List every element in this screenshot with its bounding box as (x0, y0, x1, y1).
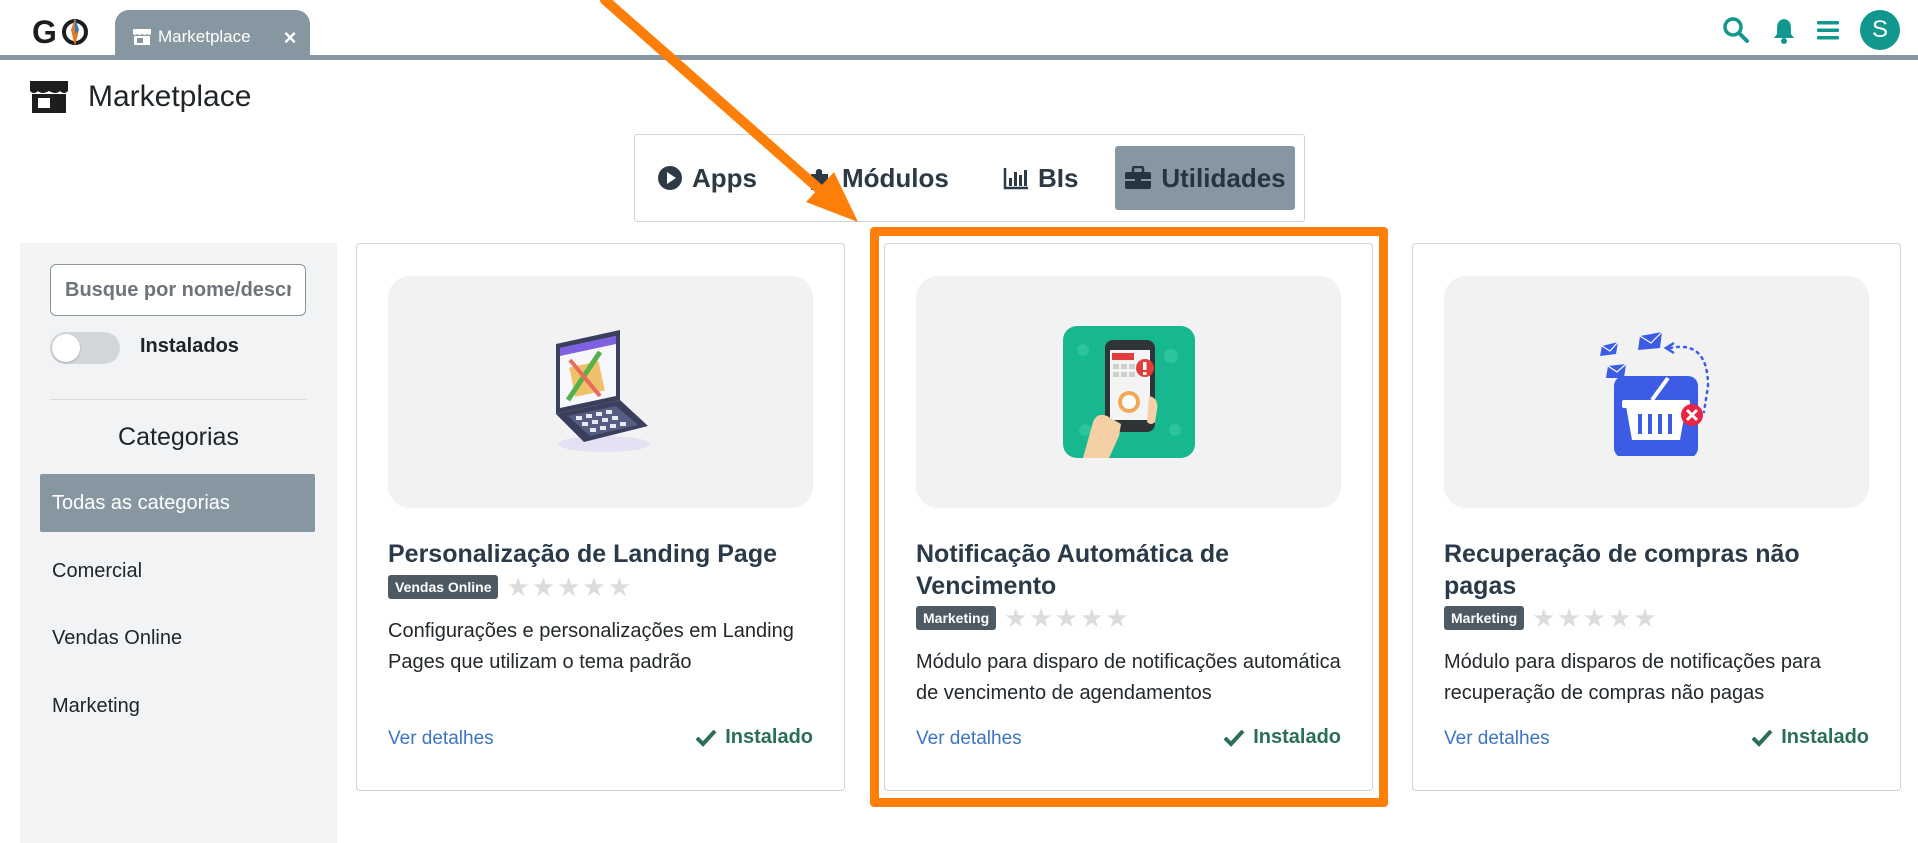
module-card[interactable]: Recuperação de compras não pagas Marketi… (1412, 243, 1901, 791)
card-description: Configurações e personalizações em Landi… (388, 620, 794, 673)
puzzle-icon (811, 169, 832, 190)
categories-title: Categorias (118, 423, 239, 451)
installed-toggle-label: Instalados (140, 335, 239, 357)
laptop-design-icon (556, 330, 650, 452)
check-icon (1751, 729, 1773, 747)
search-input[interactable] (50, 264, 306, 316)
menu-icon[interactable] (1814, 16, 1842, 44)
category-item-vendas-online[interactable]: Vendas Online (40, 609, 315, 667)
tab-bis[interactable]: BIs (1003, 146, 1078, 210)
bar-chart-icon (1003, 168, 1028, 190)
rating-stars[interactable]: ★★★★★ (1532, 605, 1659, 631)
card-description: Módulo para disparos de notificações par… (1444, 651, 1821, 704)
tab-modulos[interactable]: Módulos (807, 146, 949, 210)
category-type-tabs: Apps Módulos BIs Utilidades (634, 134, 1305, 222)
category-item-comercial[interactable]: Comercial (40, 542, 315, 600)
card-image (1444, 276, 1869, 508)
user-avatar[interactable]: S (1860, 10, 1900, 50)
play-circle-icon (658, 166, 682, 190)
module-card[interactable]: Personalização de Landing Page Vendas On… (356, 243, 845, 791)
svg-text:G: G (32, 14, 57, 50)
rating-stars[interactable]: ★★★★★ (506, 574, 633, 600)
highlight-box (870, 227, 1388, 807)
tab-apps[interactable]: Apps (657, 146, 757, 210)
card-title: Recuperação de compras não pagas (1444, 540, 1800, 600)
category-item-all[interactable]: Todas as categorias (40, 474, 315, 532)
bell-icon[interactable] (1770, 16, 1798, 44)
tab-bis-label: BIs (1038, 162, 1079, 193)
page-title: Marketplace (88, 80, 252, 113)
details-link[interactable]: Ver detalhes (388, 728, 494, 750)
divider (50, 399, 306, 400)
go-logo[interactable]: G (32, 12, 92, 52)
tab-apps-label: Apps (692, 162, 757, 193)
tab-marketplace[interactable]: Marketplace × (115, 10, 310, 60)
toolbox-icon (1125, 166, 1152, 189)
card-image (388, 276, 813, 508)
store-icon (133, 29, 151, 45)
sidebar: Instalados Categorias Todas as categoria… (20, 243, 337, 843)
basket-email-icon (1600, 331, 1710, 456)
status-label: Instalado (1781, 726, 1869, 748)
top-bar: G Marketplace × S (0, 0, 1918, 60)
toggle-knob (52, 334, 80, 362)
tab-utilidades-label: Utilidades (1161, 162, 1286, 193)
status-label: Instalado (725, 726, 813, 748)
installed-status: Instalado (1751, 726, 1869, 749)
card-meta: Marketing ★★★★★ (1444, 605, 1659, 631)
category-badge: Marketing (1444, 606, 1525, 630)
tab-label: Marketplace (158, 27, 251, 46)
card-meta: Vendas Online ★★★★★ (388, 574, 633, 600)
tab-modulos-label: Módulos (842, 162, 949, 193)
category-badge: Vendas Online (388, 575, 499, 599)
card-title: Personalização de Landing Page (388, 540, 778, 568)
store-icon (30, 81, 68, 113)
tab-close-icon[interactable]: × (279, 27, 301, 49)
category-item-marketing[interactable]: Marketing (40, 677, 315, 735)
search-icon[interactable] (1722, 16, 1750, 44)
check-icon (695, 729, 717, 747)
details-link[interactable]: Ver detalhes (1444, 728, 1550, 750)
tab-utilidades[interactable]: Utilidades (1115, 146, 1295, 210)
installed-status: Instalado (695, 726, 813, 749)
installed-toggle[interactable] (50, 332, 120, 364)
